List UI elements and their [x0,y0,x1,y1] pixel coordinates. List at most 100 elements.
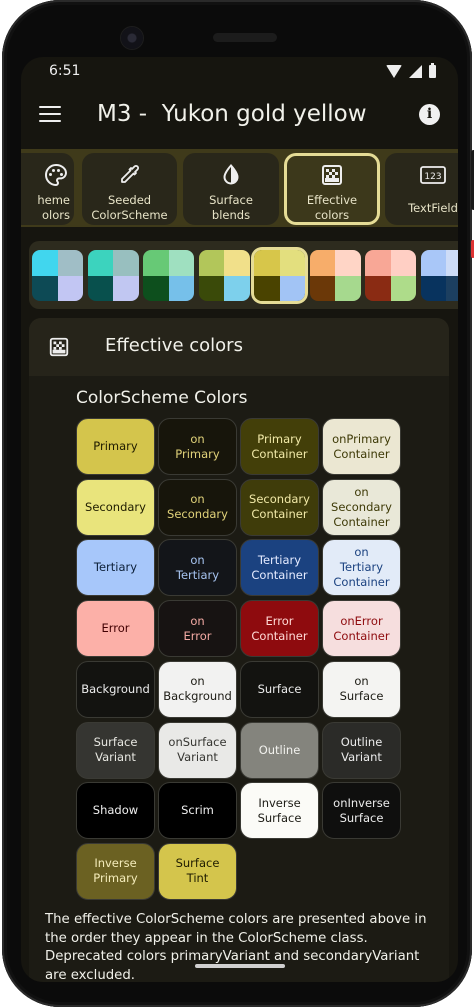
wifi-icon [386,65,402,78]
color-box[interactable]: Outline Variant [322,721,401,779]
scheme-swatch[interactable] [32,250,83,301]
front-camera [121,27,143,49]
color-box[interactable]: on Background [158,660,237,718]
swatch-quadrant [279,275,305,301]
color-box[interactable]: Background [76,660,155,718]
home-indicator[interactable] [195,964,285,968]
swatch-quadrant [309,250,335,276]
scheme-swatch[interactable] [87,250,139,301]
swatch-quadrant [335,250,361,276]
swatch-quadrant [390,275,416,301]
color-box[interactable]: Scrim [158,782,237,840]
swatch-quadrant [224,250,250,276]
card-title: Effective colors [105,335,243,356]
status-icons [386,63,436,78]
swatch-quadrant [420,250,446,276]
color-box[interactable]: Shadow [76,782,155,840]
tab-label: Effective colors [306,193,358,222]
tab-textfield[interactable]: 123 TextField [385,153,458,225]
color-box[interactable]: Primary Container [240,418,319,475]
color-box[interactable]: Inverse Primary [76,842,155,900]
color-box[interactable]: on Surface [322,660,401,718]
color-box[interactable]: Error Container [240,600,319,658]
color-box[interactable]: on Secondary [158,478,237,536]
scheme-swatch[interactable] [254,250,305,301]
app-title: M3 - Yukon gold yellow [97,101,367,127]
color-box[interactable]: Surface [240,660,319,718]
color-grid: Primary on Primary Primary Container onPrim… [76,418,406,900]
status-time: 6:51 [49,63,81,79]
textfield-123-icon: 123 [420,166,446,184]
swatch-quadrant [32,250,58,276]
color-box[interactable]: Tertiary [76,539,155,597]
section-title: ColorScheme Colors [76,388,248,408]
color-box[interactable]: Outline [240,721,319,779]
scheme-swatch[interactable] [143,250,194,301]
swatch-quadrant [32,275,58,301]
swatch-quadrant [446,275,458,301]
card-header[interactable]: Effective colors [29,318,449,376]
color-box[interactable]: Primary [76,418,155,475]
battery-icon [429,63,436,78]
tab-label: TextField [408,201,458,215]
color-box[interactable]: onPrimary Container [322,418,401,475]
tab-label: Seeded ColorScheme [91,193,168,222]
color-box[interactable]: Surface Variant [76,721,155,779]
tab-label: Surface blends [209,193,253,222]
swatch-quadrant [224,275,250,301]
color-box[interactable]: on Primary [158,418,237,475]
color-box[interactable]: onInverse Surface [322,782,401,840]
palette-icon [45,163,68,187]
scheme-swatch[interactable] [309,250,361,301]
footer-description: The effective ColorScheme colors are pre… [45,912,427,982]
swatch-quadrant [113,250,139,276]
color-box[interactable]: Tertiary Container [240,539,319,597]
swatch-quadrant [168,275,194,301]
swatch-quadrant [87,250,113,276]
swatch-quadrant [309,275,335,301]
screen: 6:51 M3 - Yukon gold yellow i heme olors [21,57,458,982]
swatch-quadrant [390,250,416,276]
tab-effective-colors[interactable]: Effective colors [284,153,380,225]
swatch-quadrant [365,275,391,301]
swatch-quadrant [254,250,280,276]
tab-theme-colors[interactable]: heme olors [21,153,74,225]
swatch-quadrant [279,250,305,276]
color-box[interactable]: Secondary [76,478,155,536]
signal-icon [409,65,422,78]
tab-surface-blends[interactable]: Surface blends [183,153,279,225]
eyedropper-icon [120,165,139,183]
color-box[interactable]: on Tertiary Container [322,539,401,597]
color-box[interactable]: Error [76,600,155,658]
swatch-quadrant [254,275,280,301]
swatch-quadrant [143,275,169,301]
scheme-swatch[interactable] [420,250,458,301]
color-box[interactable]: onSurface Variant [158,721,237,779]
menu-icon[interactable] [39,106,61,124]
tab-label: heme olors [37,193,70,222]
swatch-quadrant [57,275,83,301]
swatch-quadrant [87,275,113,301]
color-box[interactable]: Surface Tint [158,842,237,900]
color-box[interactable]: onError Container [322,600,401,658]
color-box[interactable]: on Error [158,600,237,658]
swatch-quadrant [198,250,224,276]
tab-seeded-colorscheme[interactable]: Seeded ColorScheme [82,153,177,225]
color-box[interactable]: Inverse Surface [240,782,319,840]
panel-tabs: heme olors Seeded ColorScheme Surface bl… [21,149,458,227]
status-bar: 6:51 [21,57,458,91]
scheme-swatch[interactable] [198,250,250,301]
info-icon[interactable]: i [419,104,440,125]
swatch-quadrant [365,250,391,276]
scheme-swatch[interactable] [365,250,416,301]
scheme-selector [29,241,458,309]
effective-colors-card: Effective colors ColorScheme Colors Prim… [29,318,449,982]
swatch-quadrant [446,250,458,276]
color-box[interactable]: on Secondary Container [322,478,401,536]
color-box[interactable]: on Tertiary [158,539,237,597]
color-box[interactable]: Secondary Container [240,478,319,536]
app-bar: M3 - Yukon gold yellow i [21,91,458,145]
contrast-drop-icon [223,164,239,185]
earpiece-speaker [213,33,277,42]
svg-text:123: 123 [424,172,441,182]
